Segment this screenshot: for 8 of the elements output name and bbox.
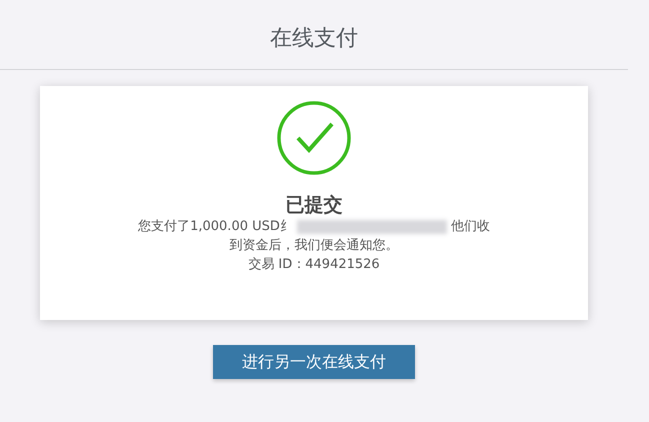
status-heading: 已提交	[286, 194, 342, 216]
transaction-id: 交易 ID：449421526	[248, 256, 380, 274]
new-payment-button[interactable]: 进行另一次在线支付	[213, 345, 415, 379]
message-text: 他们收	[450, 218, 490, 236]
message-text: 到资金后，我们便会通知您。	[230, 237, 398, 255]
check-circle-icon	[276, 100, 352, 176]
message-text: 您支付了1,000.00 USD纟	[138, 218, 293, 236]
page-title: 在线支付	[270, 25, 358, 53]
